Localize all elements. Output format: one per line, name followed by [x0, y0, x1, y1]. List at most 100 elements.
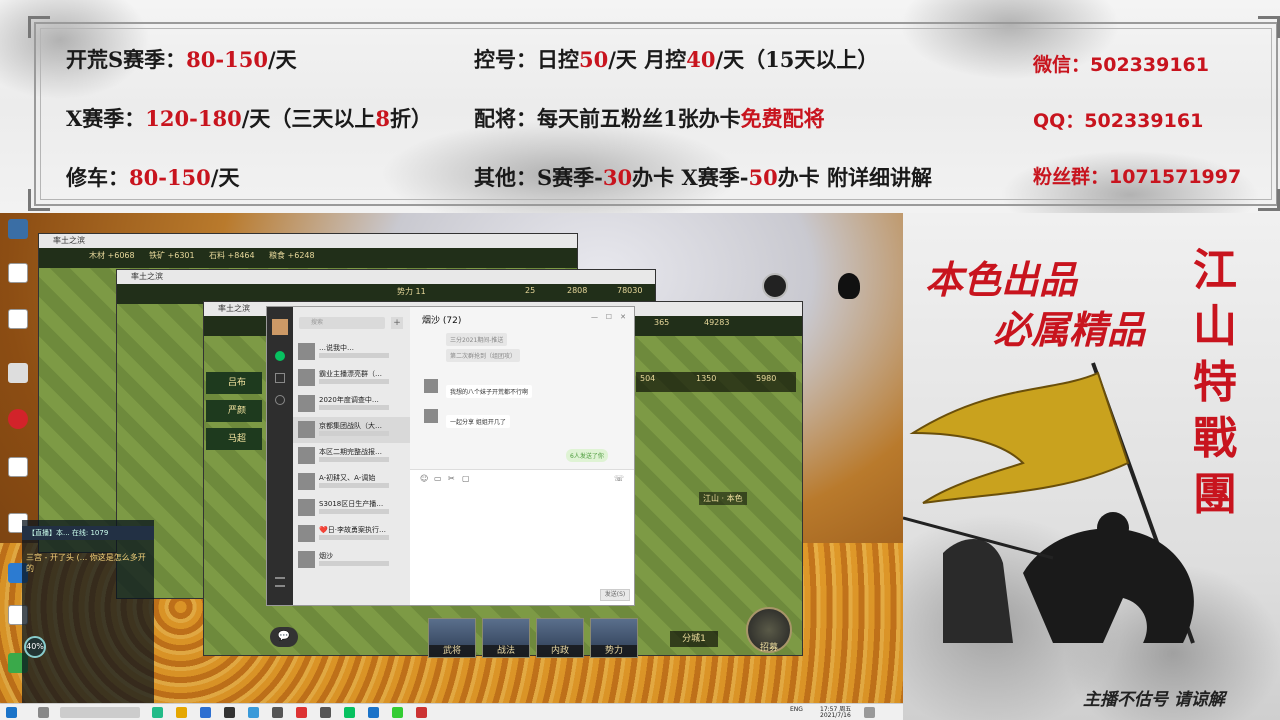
- recruit-label: 招募: [759, 643, 778, 653]
- file-explorer-icon[interactable]: [176, 707, 187, 718]
- taskbar-app-icon[interactable]: [200, 707, 211, 718]
- window-titlebar[interactable]: 率土之滨: [117, 270, 655, 284]
- message-icon[interactable]: ▢: [462, 474, 470, 483]
- warrior-horseman-illustration: [903, 362, 1195, 644]
- price: 80-150: [129, 165, 211, 190]
- count: 49283: [704, 318, 730, 327]
- folder-icon[interactable]: ▭: [434, 474, 442, 483]
- message-input[interactable]: ☺ ▭ ✂ ▢ ☏ 发送(S): [410, 469, 634, 605]
- conversation-name: 烟沙: [319, 552, 333, 560]
- region-button[interactable]: 分城1: [670, 631, 718, 647]
- conversation-name: 2020年度调查中…: [319, 396, 379, 404]
- taskbar-app[interactable]: [60, 707, 140, 718]
- conversation-preview: [319, 561, 389, 566]
- frame-corner: [28, 16, 50, 38]
- taskbar-app-icon[interactable]: [272, 707, 283, 718]
- list-item[interactable]: 本区二期完整战报…: [293, 443, 410, 469]
- list-item[interactable]: S3018区日生产播…: [293, 495, 410, 521]
- taskbar-app-icon[interactable]: [152, 707, 163, 718]
- desktop-icon[interactable]: [4, 363, 32, 397]
- taskbar-app-icon[interactable]: [296, 707, 307, 718]
- obs-studio-icon[interactable]: [762, 273, 788, 299]
- favorites-icon[interactable]: [275, 395, 285, 405]
- chat-bubble-icon[interactable]: 💬: [270, 627, 298, 647]
- language-indicator[interactable]: ENG: [790, 706, 803, 713]
- desktop-icon[interactable]: [4, 457, 32, 491]
- start-icon[interactable]: [6, 707, 17, 718]
- taskbar-app-icon[interactable]: [368, 707, 379, 718]
- chat-icon[interactable]: [275, 351, 285, 361]
- netease-music-icon[interactable]: [4, 409, 32, 443]
- label: 办卡 X赛季-: [632, 165, 749, 190]
- frame-corner: [1258, 16, 1280, 38]
- chat-message: 三分2021期间-推送: [446, 333, 508, 346]
- search-input[interactable]: 搜索: [299, 317, 385, 329]
- taskbar-app-icon[interactable]: [320, 707, 331, 718]
- add-chat-button[interactable]: +: [391, 317, 403, 329]
- notification-icon[interactable]: [864, 707, 875, 718]
- menu-label: 武将: [429, 645, 475, 657]
- price-x-season: X赛季：120-180/天（三天以上8折）: [66, 103, 432, 133]
- menu-shili-button[interactable]: 势力: [590, 618, 638, 658]
- taskbar-app-icon[interactable]: [416, 707, 427, 718]
- team-char: 江: [1193, 245, 1237, 296]
- wechat-taskbar-icon[interactable]: [344, 707, 355, 718]
- list-item[interactable]: 京都集团战队（大…: [293, 417, 410, 443]
- scissors-icon[interactable]: ✂: [448, 474, 455, 483]
- label: X赛季：: [66, 106, 146, 131]
- minimize-icon[interactable]: —: [591, 313, 598, 321]
- list-item[interactable]: A-初耕又、A-调始: [293, 469, 410, 495]
- performance-gauge: 40%: [24, 636, 46, 658]
- hero-machao[interactable]: 马超: [206, 428, 262, 450]
- location-label: 江山 · 本色: [699, 492, 747, 505]
- list-item[interactable]: ❤️日·李故勇案执行…: [293, 521, 410, 547]
- send-button[interactable]: 发送(S): [600, 589, 630, 601]
- hero-lvbu[interactable]: 吕布: [206, 372, 262, 394]
- desktop-icon[interactable]: [4, 219, 32, 253]
- qq-icon[interactable]: [838, 273, 860, 299]
- conversation-preview: [319, 405, 389, 410]
- menu-wujiang-button[interactable]: 武将: [428, 618, 476, 658]
- conversation-name: …说我中…: [319, 344, 354, 352]
- brand-slogan-line1: 本色出品: [925, 257, 1078, 302]
- hero-yanyan[interactable]: 严颜: [206, 400, 262, 422]
- list-item[interactable]: 霸业主播漂亮群（…: [293, 365, 410, 391]
- menu-label: 势力: [591, 645, 637, 657]
- recruit-button[interactable]: 招募: [746, 607, 792, 653]
- label: 开荒S赛季：: [66, 47, 187, 72]
- call-icon[interactable]: ☏: [614, 474, 624, 483]
- conversation-name: 本区二期完整战报…: [319, 448, 382, 456]
- list-item[interactable]: …说我中…: [293, 339, 410, 365]
- menu-neizheng-button[interactable]: 内政: [536, 618, 584, 658]
- window-titlebar[interactable]: 率土之滨: [39, 234, 577, 248]
- wechat-window[interactable]: 搜索 + …说我中… 霸业主播漂亮群（… 2020年度调查中… 京都集团战队（大…: [266, 306, 635, 606]
- search-icon[interactable]: [38, 707, 49, 718]
- desktop-icon[interactable]: [4, 309, 32, 343]
- peijiang-info: 配将：每天前五粉丝1张办卡免费配将: [474, 103, 825, 133]
- top-banner: 开荒S赛季：80-150/天 控号：日控50/天 月控40/天（15天以上） 微…: [0, 0, 1280, 240]
- menu-zhanfa-button[interactable]: 战法: [482, 618, 530, 658]
- conversation-preview: [319, 457, 389, 462]
- emoji-icon[interactable]: ☺: [420, 474, 428, 483]
- desktop-icon[interactable]: [4, 263, 32, 297]
- label: 其他：S赛季-: [474, 165, 603, 190]
- close-icon[interactable]: ✕: [620, 313, 626, 321]
- wechat-chat-pane: 烟沙 (72) — ☐ ✕ 三分2021期间-推送 第二次群抢到（组团攻） 我想…: [410, 307, 634, 605]
- list-item[interactable]: 烟沙: [293, 547, 410, 573]
- resource-grain: 粮食 +6248: [269, 251, 315, 260]
- clock-date[interactable]: 2021/7/16: [820, 712, 851, 719]
- taskbar-app-icon[interactable]: [392, 707, 403, 718]
- menu-icon[interactable]: [275, 577, 285, 587]
- count: 2808: [567, 286, 588, 295]
- new-message-tip[interactable]: 6人发送了你: [566, 449, 608, 462]
- price-konghao: 控号：日控50/天 月控40/天（15天以上）: [474, 44, 878, 74]
- list-item[interactable]: 2020年度调查中…: [293, 391, 410, 417]
- label: 配将：每天前五粉丝1张办卡: [474, 106, 741, 131]
- avatar: [298, 499, 315, 516]
- price: 80-150: [186, 47, 268, 72]
- avatar[interactable]: [272, 319, 288, 335]
- edge-icon[interactable]: [248, 707, 259, 718]
- taskbar-app-icon[interactable]: [224, 707, 235, 718]
- maximize-icon[interactable]: ☐: [606, 313, 612, 321]
- contacts-icon[interactable]: [275, 373, 285, 383]
